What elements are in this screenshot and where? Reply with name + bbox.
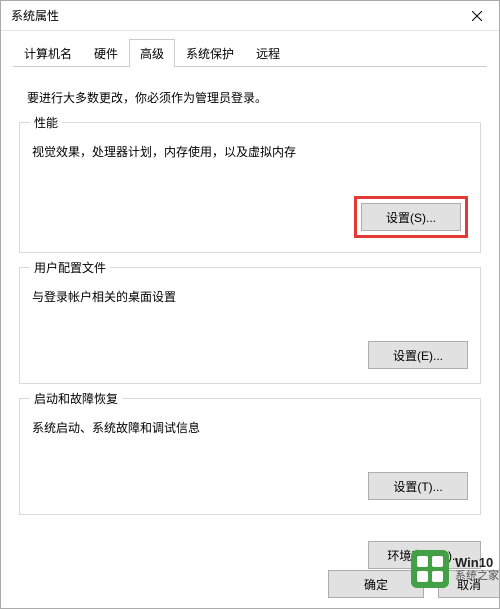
titlebar: 系统属性 <box>1 1 499 31</box>
watermark-logo-icon <box>411 550 449 588</box>
group-performance-buttons: 设置(S)... <box>32 196 468 238</box>
tab-content-advanced: 要进行大多数更改，你必须作为管理员登录。 性能 视觉效果，处理器计划，内存使用，… <box>1 67 499 539</box>
watermark-line2: 系统之家 <box>455 570 499 583</box>
group-startup-recovery-desc: 系统启动、系统故障和调试信息 <box>32 419 468 436</box>
startup-recovery-settings-button[interactable]: 设置(T)... <box>368 472 468 500</box>
admin-required-text: 要进行大多数更改，你必须作为管理员登录。 <box>27 89 473 106</box>
watermark-text: Win10 系统之家 <box>455 555 499 584</box>
system-properties-window: 系统属性 计算机名 硬件 高级 系统保护 远程 要进行大多数更改，你必须作为管理… <box>0 0 500 609</box>
group-startup-recovery-buttons: 设置(T)... <box>32 472 468 500</box>
tab-hardware[interactable]: 硬件 <box>83 39 129 67</box>
tab-bar: 计算机名 硬件 高级 系统保护 远程 <box>1 31 499 67</box>
close-button[interactable] <box>454 1 499 31</box>
dialog-footer: 确定 取消 Win10 系统之家 <box>328 570 499 598</box>
group-startup-recovery: 启动和故障恢复 系统启动、系统故障和调试信息 设置(T)... <box>19 398 481 515</box>
watermark-line1: Win10 <box>455 555 499 571</box>
ok-button[interactable]: 确定 <box>328 570 424 598</box>
highlight-frame: 设置(S)... <box>354 196 468 238</box>
group-performance-desc: 视觉效果，处理器计划，内存使用，以及虚拟内存 <box>32 143 468 160</box>
tab-remote[interactable]: 远程 <box>245 39 291 67</box>
tab-system-protection[interactable]: 系统保护 <box>175 39 245 67</box>
close-icon <box>472 11 482 21</box>
tab-advanced[interactable]: 高级 <box>129 39 175 67</box>
watermark: Win10 系统之家 <box>411 550 499 588</box>
user-profiles-settings-button[interactable]: 设置(E)... <box>368 341 468 369</box>
group-user-profiles-title: 用户配置文件 <box>30 259 110 276</box>
group-performance: 性能 视觉效果，处理器计划，内存使用，以及虚拟内存 设置(S)... <box>19 122 481 253</box>
tab-computer-name[interactable]: 计算机名 <box>13 39 83 67</box>
group-user-profiles-buttons: 设置(E)... <box>32 341 468 369</box>
performance-settings-button[interactable]: 设置(S)... <box>361 203 461 231</box>
group-performance-title: 性能 <box>30 114 62 131</box>
group-startup-recovery-title: 启动和故障恢复 <box>30 390 122 407</box>
group-user-profiles-desc: 与登录帐户相关的桌面设置 <box>32 288 468 305</box>
group-user-profiles: 用户配置文件 与登录帐户相关的桌面设置 设置(E)... <box>19 267 481 384</box>
window-title: 系统属性 <box>11 7 59 24</box>
